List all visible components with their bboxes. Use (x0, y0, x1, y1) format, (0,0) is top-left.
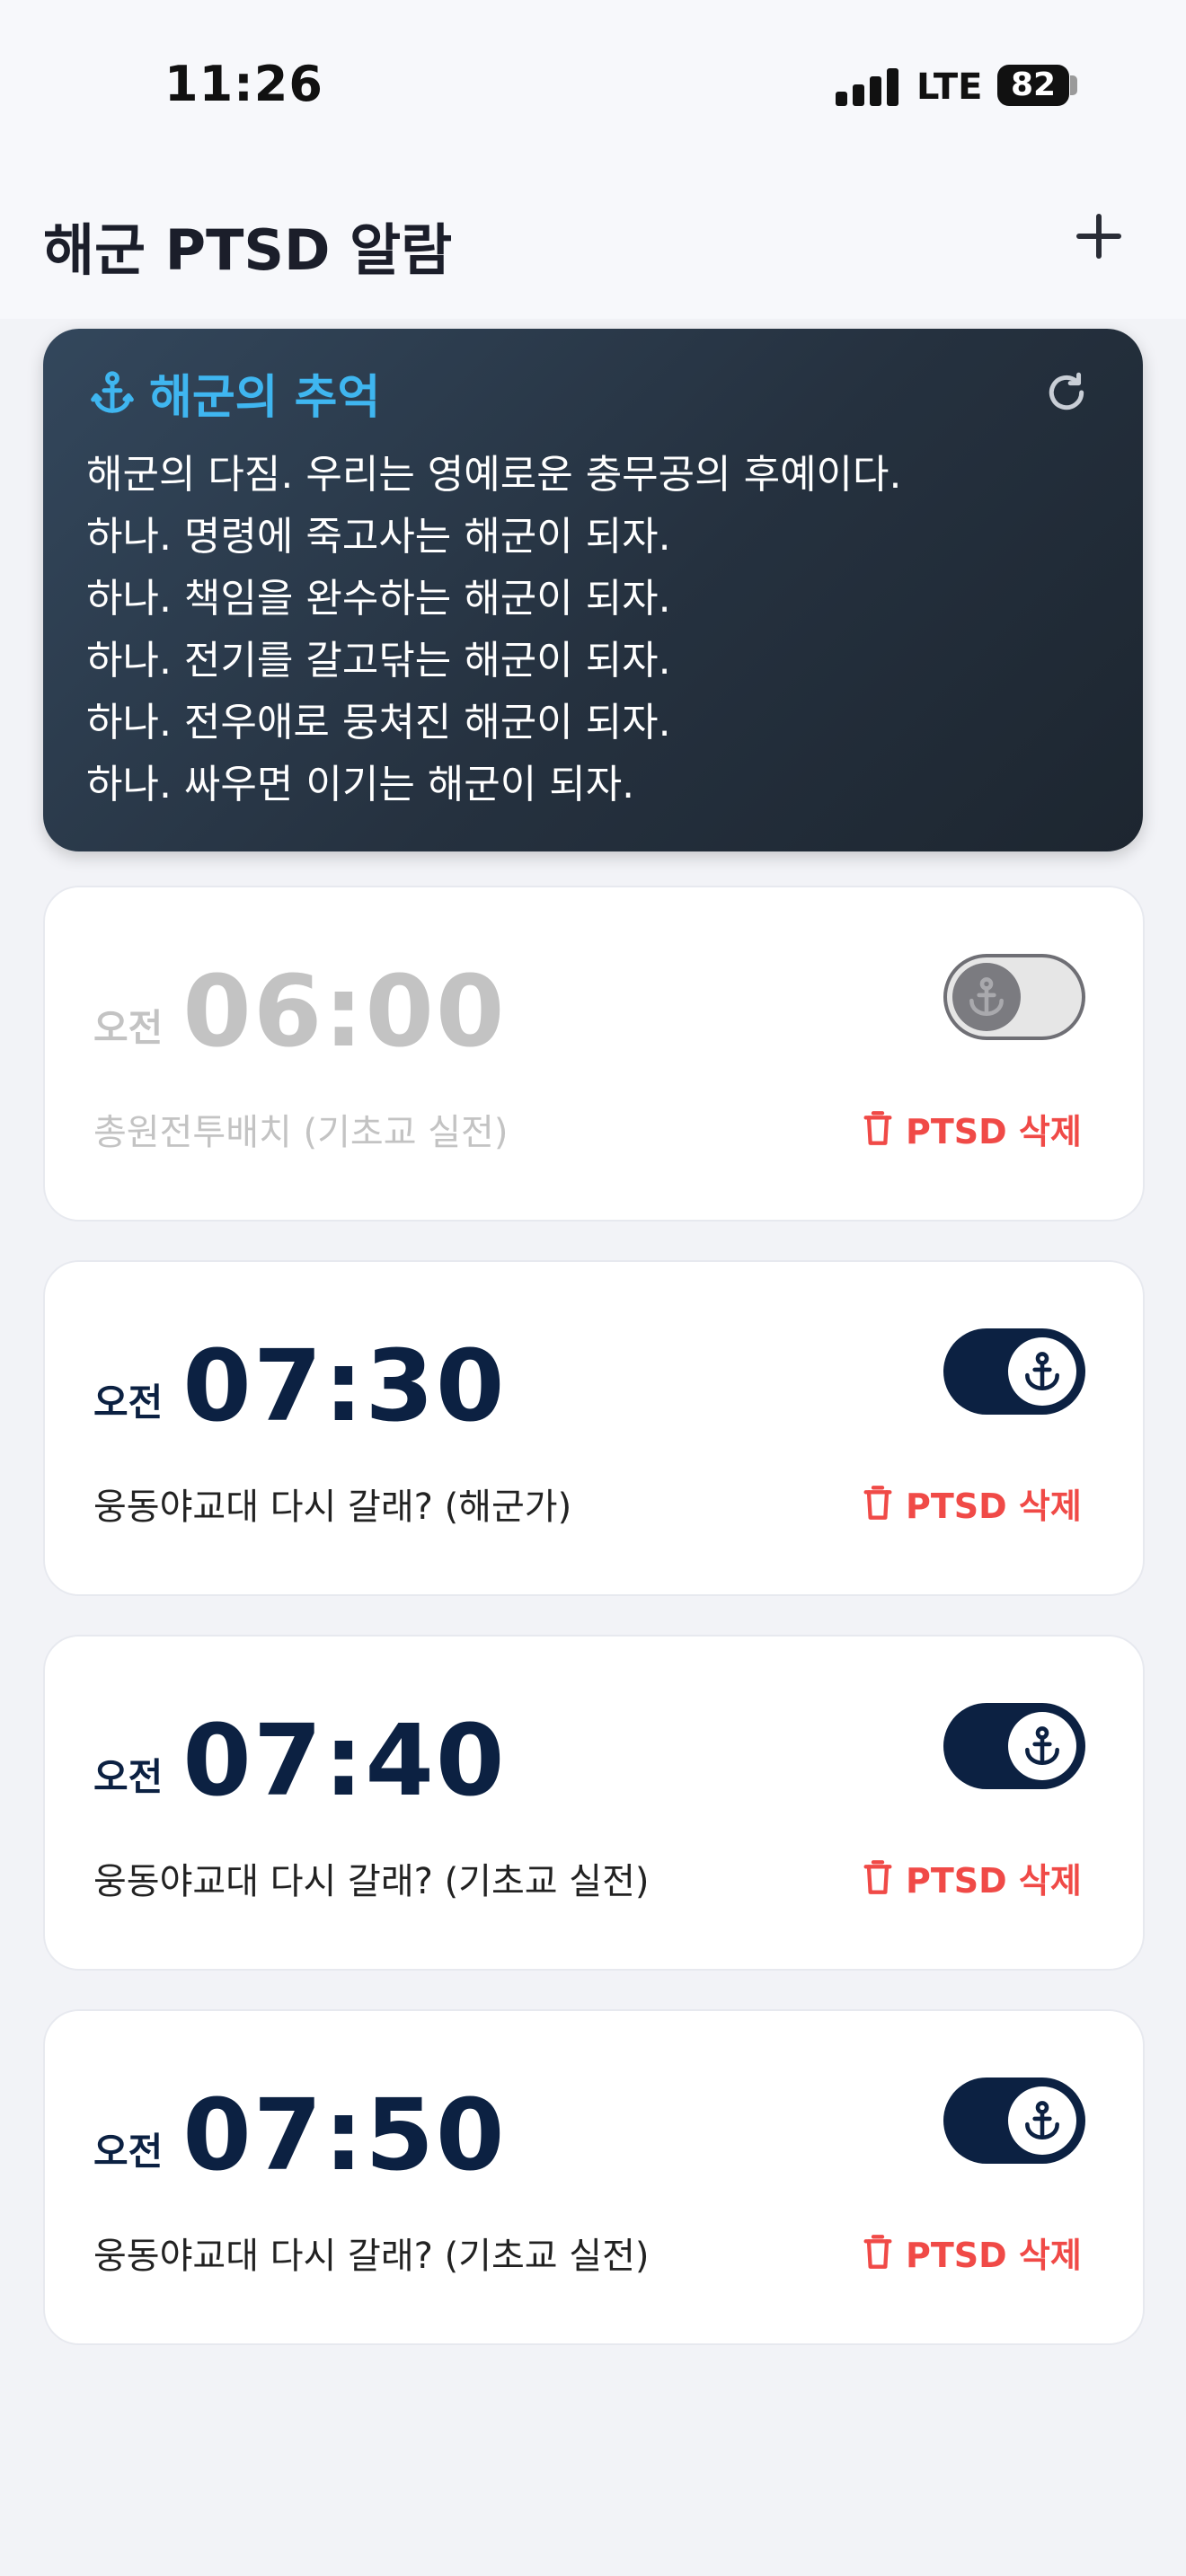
delete-label: PTSD 삭제 (906, 2235, 1082, 2275)
alarm-label: 웅동야교대 다시 갈래? (기초교 실전) (93, 2236, 650, 2277)
toggle-knob (1008, 1337, 1076, 1406)
delete-button[interactable]: PTSD 삭제 (863, 1103, 1082, 1153)
alarm-time-row: 오전 07:30 (93, 1332, 506, 1440)
alarm-time: 07:50 (182, 2078, 507, 2192)
battery-icon: 82 (997, 65, 1069, 106)
alarm-period: 오전 (93, 1381, 164, 1425)
memory-title-row: 해군의 추억 (88, 361, 381, 425)
alarm-app-screen: 11:26 LTE 82 해군 PTSD 알람 해군의 추억 해군의 다짐. 우… (0, 0, 1186, 2576)
trash-icon (863, 1860, 892, 1894)
toggle-knob (1008, 2086, 1076, 2155)
alarm-time: 07:30 (182, 1328, 507, 1443)
battery-cap (1070, 75, 1077, 95)
alarm-card-0730[interactable]: 오전 07:30 웅동야교대 다시 갈래? (해군가) PTSD 삭제 (43, 1260, 1145, 1596)
alarm-time: 07:40 (182, 1703, 507, 1818)
alarm-time-row: 오전 07:50 (93, 2081, 506, 2189)
alarm-label: 총원전투배치 (기초교 실전) (93, 1112, 509, 1153)
memory-text: 해군의 다짐. 우리는 영예로운 충무공의 후예이다. 하나. 명령에 죽고사는… (86, 444, 1111, 816)
memory-line: 하나. 전기를 갈고닦는 해군이 되자. (86, 638, 671, 684)
alarm-time-row: 오전 06:00 (93, 957, 506, 1065)
toggle-knob (1008, 1712, 1076, 1780)
trash-icon (863, 1486, 892, 1520)
delete-label: PTSD 삭제 (906, 1111, 1082, 1151)
alarm-time: 06:00 (182, 954, 507, 1069)
delete-button[interactable]: PTSD 삭제 (863, 1852, 1082, 1902)
alarm-period: 오전 (93, 1755, 164, 1799)
anchor-icon (1025, 1352, 1059, 1391)
signal-icon (836, 66, 898, 106)
trash-icon (863, 2235, 892, 2269)
trash-icon (863, 1111, 892, 1145)
refresh-icon[interactable] (1044, 370, 1089, 415)
alarm-card-0750[interactable]: 오전 07:50 웅동야교대 다시 갈래? (기초교 실전) PTSD 삭제 (43, 2009, 1145, 2345)
memory-line: 해군의 다짐. 우리는 영예로운 충무공의 후예이다. (86, 452, 902, 498)
memory-card: 해군의 추억 해군의 다짐. 우리는 영예로운 충무공의 후예이다. 하나. 명… (43, 329, 1143, 851)
anchor-icon (91, 371, 134, 413)
alarm-toggle[interactable] (943, 1703, 1085, 1789)
memory-line: 하나. 싸우면 이기는 해군이 되자. (86, 762, 635, 807)
delete-button[interactable]: PTSD 삭제 (863, 2227, 1082, 2277)
toggle-knob (952, 963, 1021, 1031)
alarm-toggle[interactable] (943, 954, 1085, 1040)
battery-level: 82 (1010, 66, 1057, 103)
page-title: 해군 PTSD 알람 (43, 217, 453, 283)
delete-button[interactable]: PTSD 삭제 (863, 1478, 1082, 1528)
anchor-icon (969, 977, 1004, 1017)
delete-label: PTSD 삭제 (906, 1860, 1082, 1901)
memory-line: 하나. 명령에 죽고사는 해군이 되자. (86, 514, 671, 560)
network-type: LTE (916, 66, 983, 108)
alarm-toggle[interactable] (943, 1328, 1085, 1415)
alarm-time-row: 오전 07:40 (93, 1707, 506, 1814)
status-time: 11:26 (164, 56, 323, 112)
memory-title: 해군의 추억 (149, 370, 381, 425)
anchor-icon (1025, 1726, 1059, 1766)
memory-line: 하나. 책임을 완수하는 해군이 되자. (86, 576, 671, 622)
alarm-card-0600[interactable]: 오전 06:00 총원전투배치 (기초교 실전) PTSD 삭제 (43, 886, 1145, 1222)
memory-line: 하나. 전우애로 뭉쳐진 해군이 되자. (86, 700, 671, 745)
delete-label: PTSD 삭제 (906, 1486, 1082, 1526)
alarm-label: 웅동야교대 다시 갈래? (해군가) (93, 1486, 572, 1528)
anchor-icon (1025, 2101, 1059, 2140)
add-alarm-button[interactable] (1069, 207, 1128, 266)
app-header: 해군 PTSD 알람 (0, 171, 1186, 319)
status-bar: 11:26 LTE 82 (0, 0, 1186, 171)
alarm-card-0740[interactable]: 오전 07:40 웅동야교대 다시 갈래? (기초교 실전) PTSD 삭제 (43, 1635, 1145, 1971)
alarm-period: 오전 (93, 1006, 164, 1050)
alarm-toggle[interactable] (943, 2078, 1085, 2164)
alarm-label: 웅동야교대 다시 갈래? (기초교 실전) (93, 1861, 650, 1902)
alarm-period: 오전 (93, 2130, 164, 2174)
